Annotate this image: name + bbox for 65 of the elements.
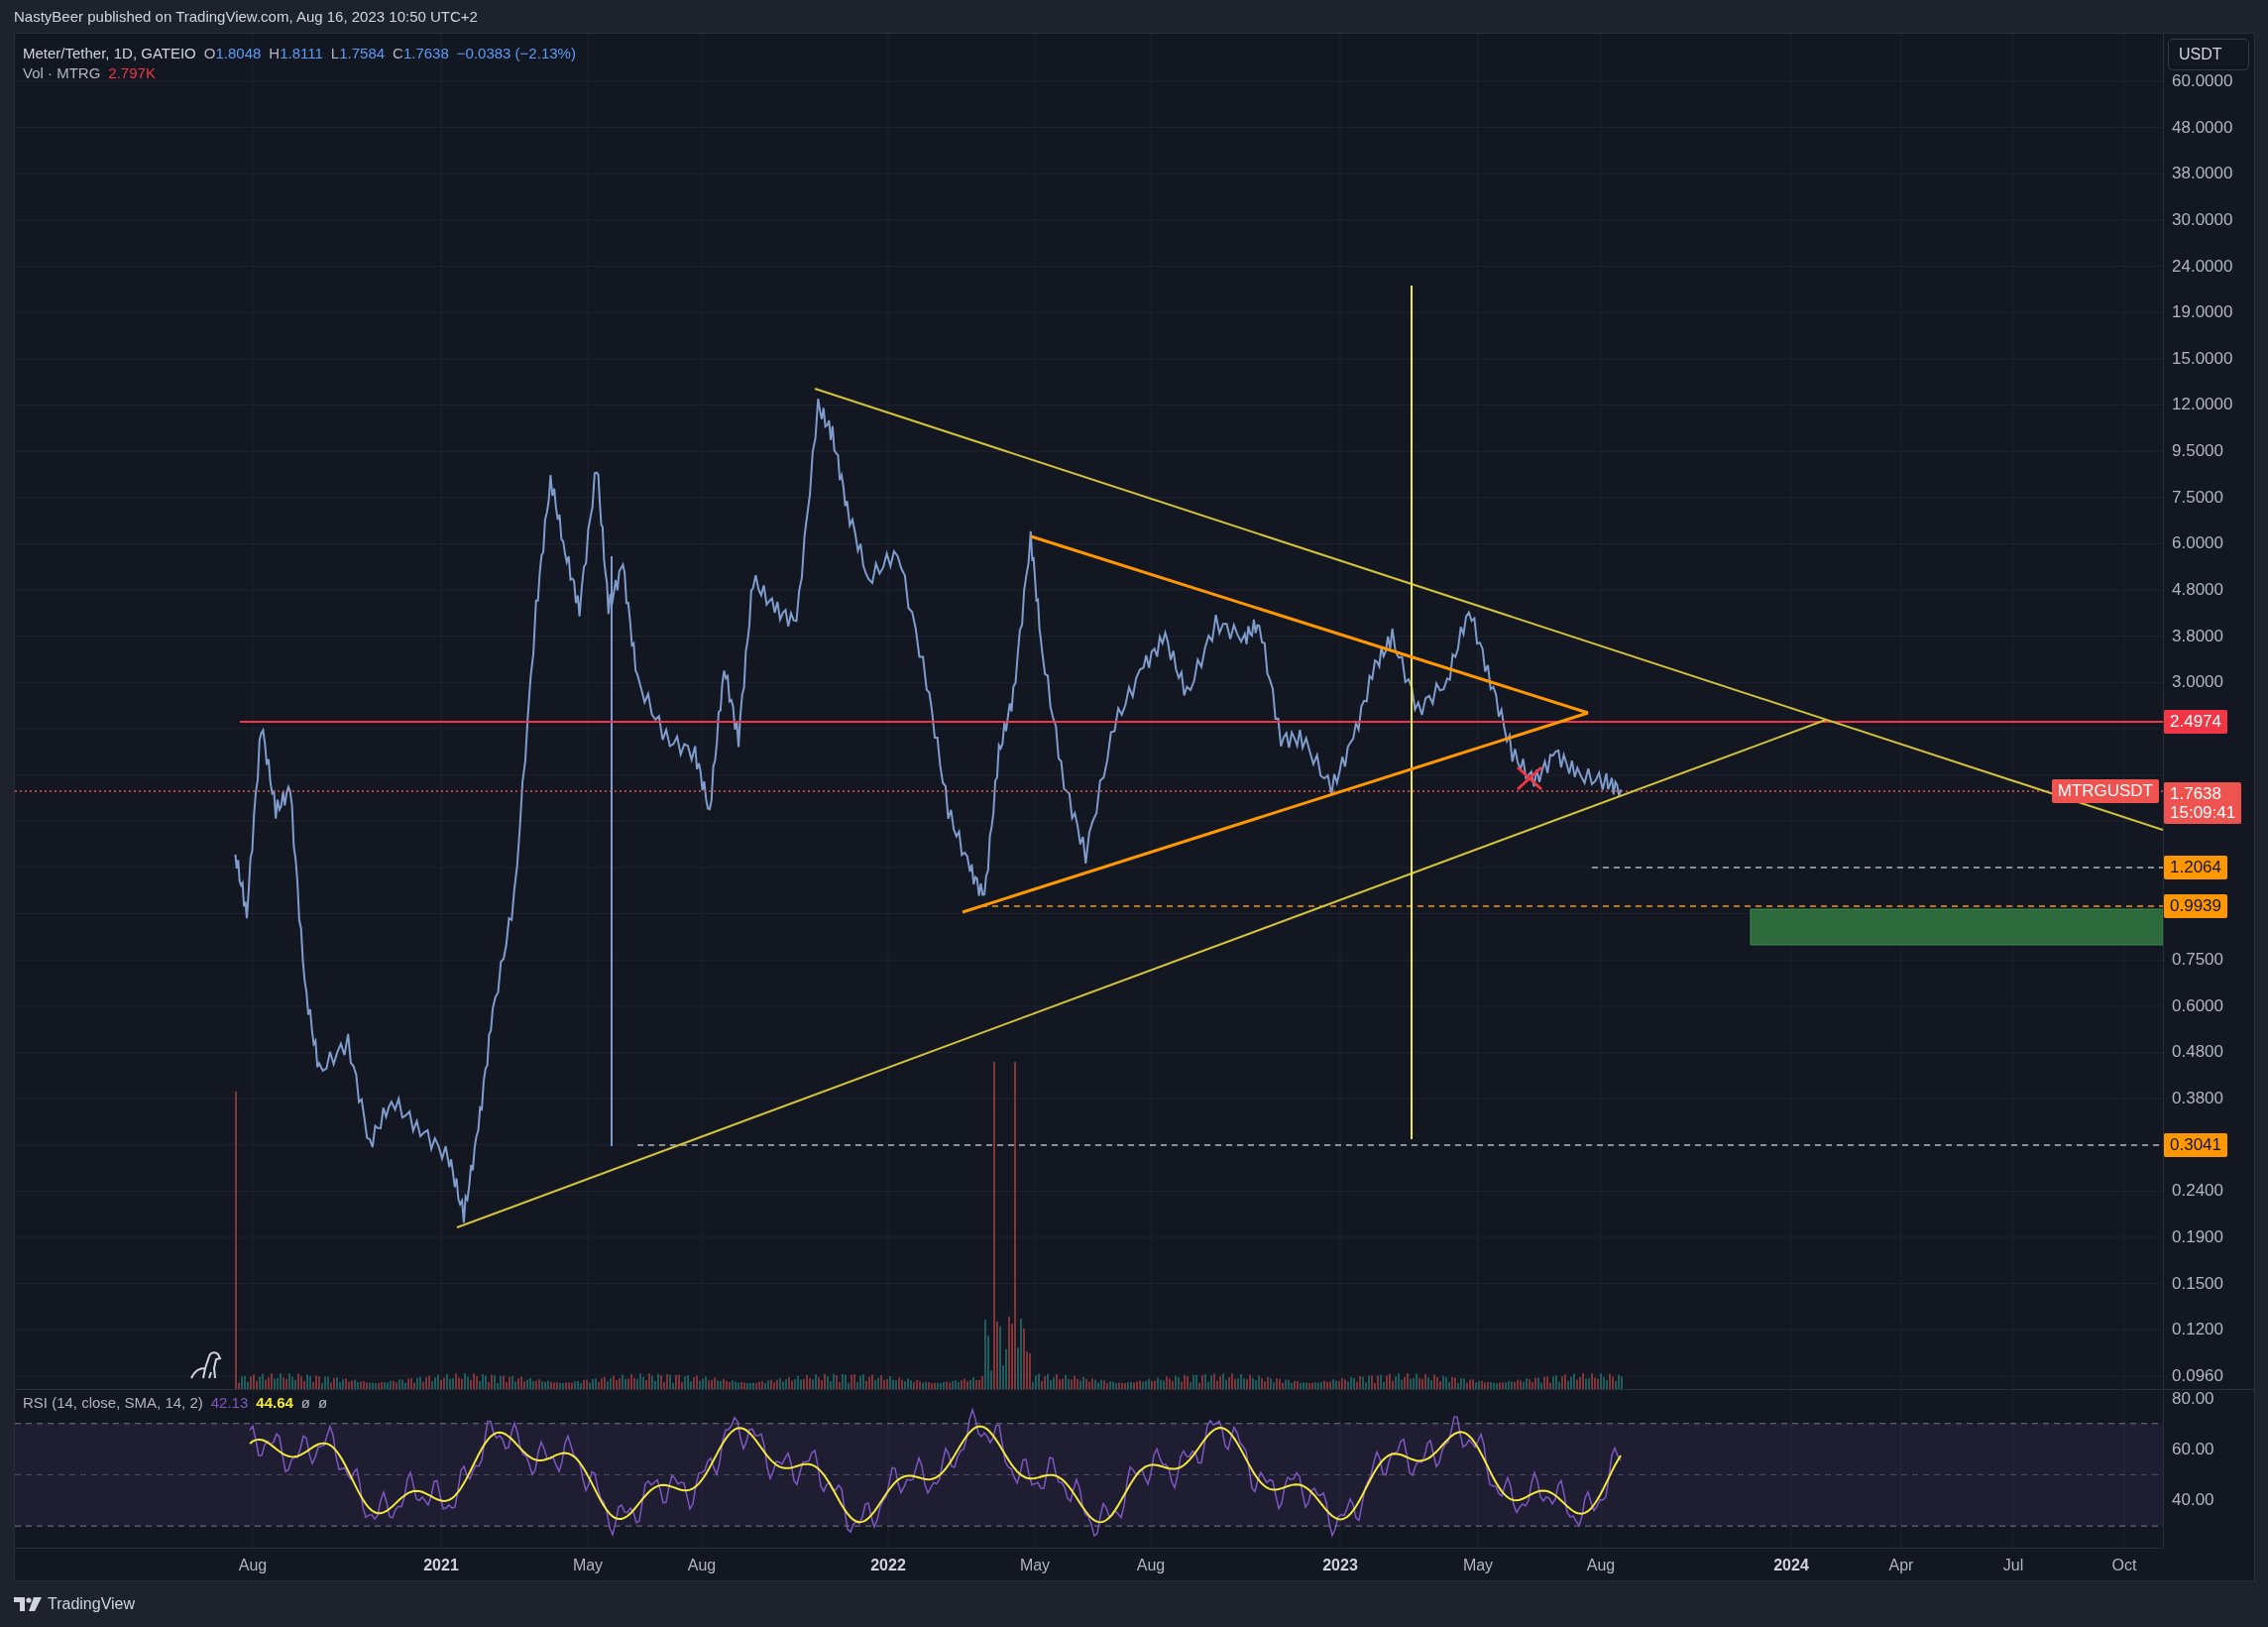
rsi-tick: 60.00	[2172, 1440, 2214, 1459]
price-tick: 0.2400	[2172, 1181, 2223, 1202]
price-level-tag: 2.4974	[2164, 710, 2227, 734]
price-tick: 6.0000	[2172, 533, 2223, 554]
volume-label: Vol · MTRG	[23, 63, 101, 83]
price-tick: 19.0000	[2172, 302, 2233, 323]
rsi-tick: 40.00	[2172, 1490, 2214, 1510]
publisher-line: NastyBeer published on TradingView.com, Aug 16, 2023 10:50 UTC+2	[13, 7, 479, 27]
rsi-tick: 80.00	[2172, 1389, 2214, 1409]
time-label: Aug	[687, 1557, 717, 1574]
ohlc-value: L1.7584	[330, 44, 386, 63]
brand-name: TradingView	[48, 1595, 136, 1613]
rsi-extra-value: ø	[318, 1394, 328, 1411]
price-level-tag: 0.9939	[2164, 894, 2227, 918]
price-tick: 38.0000	[2172, 164, 2233, 184]
price-tick: 12.0000	[2172, 395, 2233, 415]
time-label: 2023	[1322, 1557, 1358, 1574]
last-price-tag: 1.7638 15:09:41	[2164, 782, 2242, 824]
time-label: Aug	[1586, 1557, 1616, 1574]
price-tick: 0.1900	[2172, 1227, 2223, 1247]
price-tick: 0.1500	[2172, 1273, 2223, 1294]
dinosaur-icon	[189, 1348, 223, 1380]
time-label: Jul	[2002, 1557, 2024, 1574]
currency-button[interactable]: USDT	[2168, 39, 2249, 70]
tradingview-logo-icon	[14, 1597, 42, 1611]
time-label: Aug	[238, 1557, 268, 1574]
ohlc-value: C1.7638	[393, 44, 449, 63]
time-label: Oct	[2111, 1557, 2137, 1574]
volume-value: 2.797K	[108, 63, 156, 83]
price-tick: 0.4800	[2172, 1042, 2223, 1063]
time-label: Aug	[1136, 1557, 1166, 1574]
price-tick: 3.8000	[2172, 626, 2223, 646]
price-level-tag: 1.2064	[2164, 856, 2227, 879]
price-tick: 3.0000	[2172, 672, 2223, 693]
price-tick: 7.5000	[2172, 487, 2223, 508]
ohlc-value: H1.8111	[269, 44, 323, 63]
ohlc-value: O1.8048	[203, 44, 262, 63]
symbol-title: Meter/Tether, 1D, GATEIO	[23, 44, 196, 63]
price-tick: 0.6000	[2172, 995, 2223, 1016]
price-tick: 60.0000	[2172, 71, 2233, 91]
price-tick: 9.5000	[2172, 441, 2223, 462]
time-label: 2022	[870, 1557, 906, 1574]
rsi-average-value: 44.64	[256, 1394, 293, 1411]
price-tick: 0.3800	[2172, 1089, 2223, 1109]
price-tick: 0.0960	[2172, 1365, 2223, 1386]
symbol-tag: MTRGUSDT	[2051, 779, 2159, 803]
time-label: 2024	[1773, 1557, 1809, 1574]
rsi-title: RSI (14, close, SMA, 14, 2)	[23, 1394, 203, 1411]
price-tick: 0.1200	[2172, 1320, 2223, 1340]
price-tick: 15.0000	[2172, 348, 2233, 369]
time-label: May	[572, 1557, 604, 1574]
time-label: 2021	[423, 1557, 459, 1574]
time-label: May	[1462, 1557, 1494, 1574]
price-tick: 30.0000	[2172, 209, 2233, 230]
price-level-tag: 0.3041	[2164, 1133, 2227, 1157]
cross-mark-icon	[1517, 765, 1542, 791]
price-tick: 0.7500	[2172, 950, 2223, 971]
time-label: Apr	[1888, 1557, 1914, 1574]
price-change: −0.0383 (−2.13%)	[456, 44, 576, 63]
price-tick: 4.8000	[2172, 580, 2223, 601]
rsi-value: 42.13	[210, 1394, 249, 1411]
time-label: May	[1019, 1557, 1051, 1574]
price-tick: 48.0000	[2172, 117, 2233, 138]
price-tick: 24.0000	[2172, 256, 2233, 277]
rsi-extra-value: ø	[300, 1394, 310, 1411]
